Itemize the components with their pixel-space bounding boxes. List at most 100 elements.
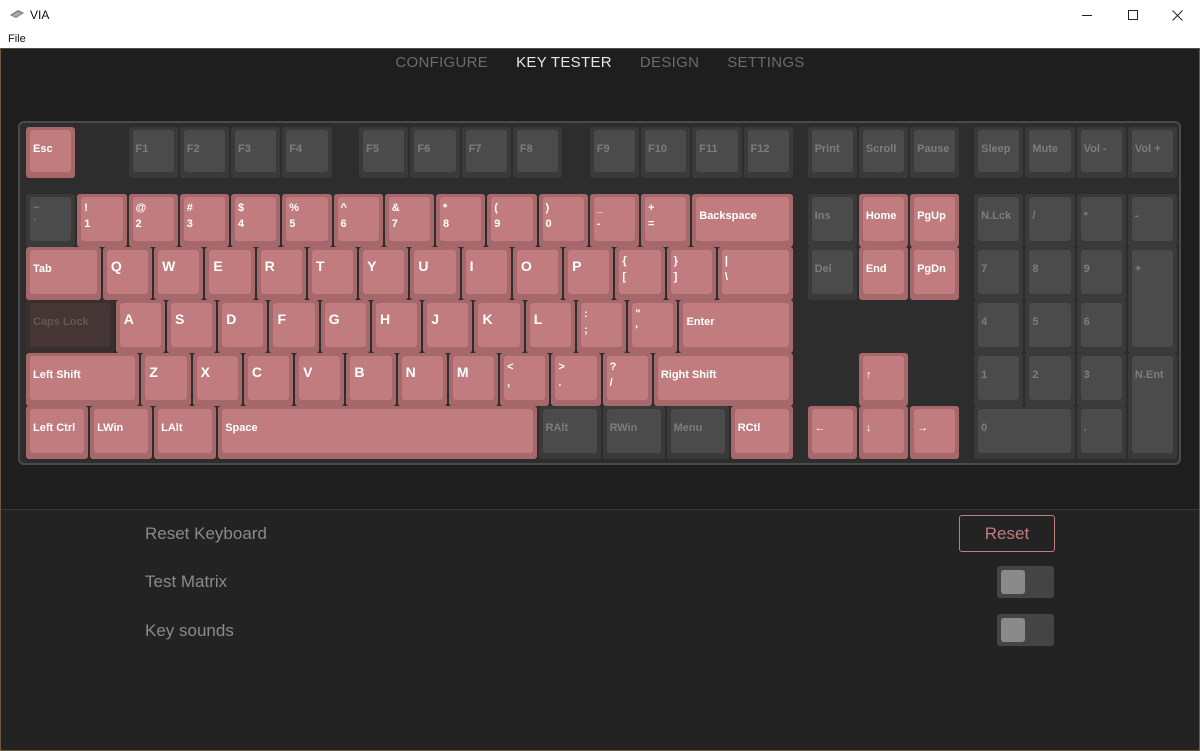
key-c[interactable]: C <box>243 353 294 406</box>
key-8[interactable]: * 8 <box>436 194 486 247</box>
reset-button[interactable]: Reset <box>959 515 1055 552</box>
key-kp6[interactable]: 6 <box>1076 300 1126 353</box>
key-rshift[interactable]: Right Shift <box>653 353 793 406</box>
key-f11[interactable]: F11 <box>692 127 742 178</box>
key-pause[interactable]: Pause <box>910 127 960 178</box>
key-f8[interactable]: F8 <box>512 127 563 178</box>
key-2[interactable]: @2 <box>128 194 178 247</box>
key-v[interactable]: V <box>295 353 345 406</box>
key-x[interactable]: X <box>192 353 242 406</box>
tab-configure[interactable]: CONFIGURE <box>395 54 488 71</box>
key-comma[interactable]: <, <box>500 353 550 406</box>
key-a[interactable]: A <box>115 300 165 353</box>
key-q[interactable]: Q <box>102 247 153 300</box>
key-backslash[interactable]: | \ <box>717 247 793 300</box>
key-home[interactable]: Home <box>858 194 909 247</box>
key-d[interactable]: D <box>218 300 268 353</box>
key-kp-enter[interactable]: N.Ent <box>1127 353 1178 459</box>
key-f[interactable]: F <box>269 300 319 353</box>
key-h[interactable]: H <box>371 300 422 353</box>
key-kp-minus[interactable]: - <box>1127 194 1178 247</box>
key-lwin[interactable]: LWin <box>90 406 153 459</box>
key-grave[interactable]: ~ ` <box>26 194 76 247</box>
key-period[interactable]: >. <box>551 353 601 406</box>
key-j[interactable]: J <box>423 300 473 353</box>
key-rwin[interactable]: RWin <box>602 406 665 459</box>
key-space[interactable]: Space <box>218 406 537 459</box>
key-3[interactable]: #3 <box>179 194 229 247</box>
key-kp8[interactable]: 8 <box>1025 247 1075 300</box>
key-r[interactable]: R <box>256 247 306 300</box>
key-l[interactable]: L <box>525 300 575 353</box>
key-lbracket[interactable]: {[ <box>615 247 665 300</box>
key-n[interactable]: N <box>397 353 447 406</box>
key-esc[interactable]: Esc <box>26 127 76 178</box>
key-f12[interactable]: F12 <box>743 127 793 178</box>
key-kp3[interactable]: 3 <box>1076 353 1126 406</box>
key-quote[interactable]: " ' <box>628 300 678 353</box>
key-tab[interactable]: Tab <box>26 247 101 300</box>
key-kp2[interactable]: 2 <box>1025 353 1075 406</box>
key-f3[interactable]: F3 <box>231 127 281 178</box>
key-kp7[interactable]: 7 <box>974 247 1024 300</box>
key-vol-up[interactable]: Vol + <box>1127 127 1178 178</box>
key-f4[interactable]: F4 <box>282 127 332 178</box>
key-menu[interactable]: Menu <box>666 406 729 459</box>
key-9[interactable]: (9 <box>487 194 537 247</box>
key-vol-down[interactable]: Vol - <box>1076 127 1126 178</box>
key-lctrl[interactable]: Left Ctrl <box>26 406 89 459</box>
key-kp5[interactable]: 5 <box>1025 300 1075 353</box>
key-0[interactable]: ) 0 <box>538 194 588 247</box>
menu-file[interactable]: File <box>8 33 26 45</box>
key-e[interactable]: E <box>205 247 255 300</box>
key-kp1[interactable]: 1 <box>974 353 1024 406</box>
key-kp-plus[interactable]: + <box>1127 247 1178 353</box>
key-kp0[interactable]: 0 <box>974 406 1075 459</box>
key-minus[interactable]: _ - <box>589 194 639 247</box>
key-up[interactable]: ↑ <box>858 353 909 406</box>
key-nlck[interactable]: N.Lck <box>974 194 1024 247</box>
key-f5[interactable]: F5 <box>359 127 409 178</box>
key-down[interactable]: ↓ <box>858 406 909 459</box>
key-6[interactable]: ^ 6 <box>333 194 383 247</box>
key-print[interactable]: Print <box>807 127 857 178</box>
key-b[interactable]: B <box>346 353 396 406</box>
key-backspace[interactable]: Backspace <box>692 194 793 247</box>
test-matrix-toggle[interactable] <box>997 566 1054 598</box>
key-i[interactable]: I <box>461 247 511 300</box>
key-1[interactable]: ! 1 <box>77 194 127 247</box>
key-capslock[interactable]: Caps Lock <box>26 300 114 353</box>
key-4[interactable]: $4 <box>231 194 281 247</box>
key-f2[interactable]: F2 <box>179 127 229 178</box>
key-kp-dot[interactable]: . <box>1076 406 1126 459</box>
key-y[interactable]: Y <box>359 247 409 300</box>
key-rctrl[interactable]: RCtl <box>730 406 793 459</box>
key-scroll[interactable]: Scroll <box>858 127 909 178</box>
key-lshift[interactable]: Left Shift <box>26 353 140 406</box>
key-f7[interactable]: F7 <box>461 127 511 178</box>
key-ins[interactable]: Ins <box>807 194 857 247</box>
key-u[interactable]: U <box>410 247 460 300</box>
key-mute[interactable]: Mute <box>1025 127 1075 178</box>
key-ralt[interactable]: RAlt <box>538 406 601 459</box>
key-right[interactable]: → <box>910 406 960 459</box>
tab-settings[interactable]: SETTINGS <box>727 54 804 71</box>
key-enter[interactable]: Enter <box>679 300 793 353</box>
key-lalt[interactable]: LAlt <box>154 406 217 459</box>
key-f6[interactable]: F6 <box>410 127 460 178</box>
key-s[interactable]: S <box>166 300 217 353</box>
minimize-button[interactable] <box>1064 0 1110 30</box>
key-slash[interactable]: ? / <box>602 353 652 406</box>
close-button[interactable] <box>1154 0 1200 30</box>
key-5[interactable]: % 5 <box>282 194 332 247</box>
key-rbracket[interactable]: }] <box>666 247 716 300</box>
key-left[interactable]: ← <box>807 406 857 459</box>
tab-design[interactable]: DESIGN <box>640 54 699 71</box>
key-pgdn[interactable]: PgDn <box>910 247 960 300</box>
key-f10[interactable]: F10 <box>641 127 691 178</box>
key-f9[interactable]: F9 <box>589 127 639 178</box>
key-f1[interactable]: F1 <box>128 127 178 178</box>
maximize-button[interactable] <box>1110 0 1156 30</box>
key-m[interactable]: M <box>448 353 499 406</box>
key-kp9[interactable]: 9 <box>1076 247 1126 300</box>
